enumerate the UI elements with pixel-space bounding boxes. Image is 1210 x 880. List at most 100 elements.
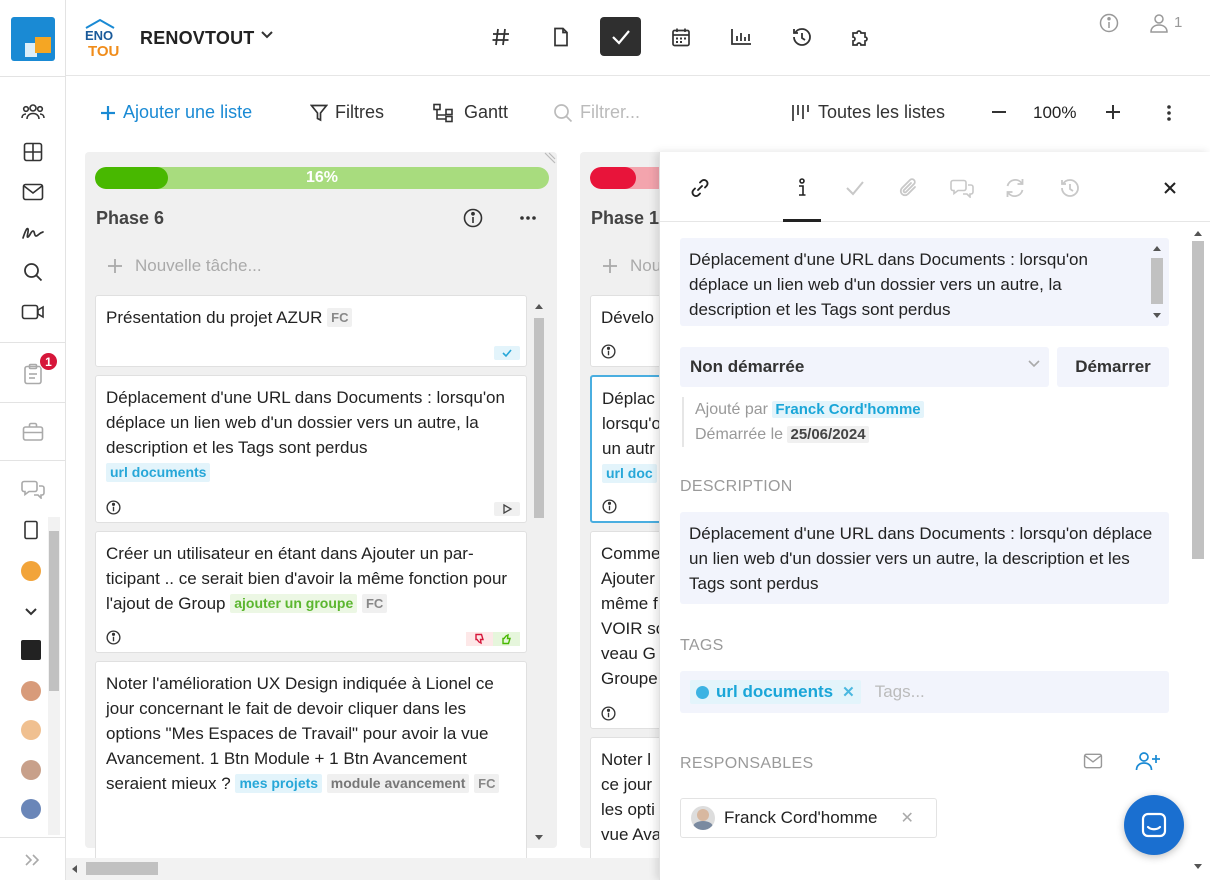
chevron-down-icon[interactable] bbox=[260, 30, 274, 40]
info-icon[interactable] bbox=[1099, 13, 1119, 33]
card-tag[interactable]: mes projets bbox=[235, 774, 323, 793]
description-text: Déplacement d'une URL dans Documents : l… bbox=[689, 524, 1153, 593]
card-tag[interactable]: url doc bbox=[602, 464, 657, 483]
tags-field[interactable]: url documents ✕ Tags... bbox=[680, 671, 1169, 713]
filter-search-input[interactable]: Filtrer... bbox=[553, 102, 640, 123]
more-options-icon[interactable] bbox=[1166, 104, 1172, 122]
board-toolbar: Ajouter une liste Filtres Gantt Filtrer.… bbox=[66, 76, 1210, 152]
sidebar-scrollbar[interactable] bbox=[48, 517, 60, 835]
filters-button[interactable]: Filtres bbox=[310, 102, 384, 123]
chat-icon[interactable] bbox=[21, 477, 45, 501]
sidebar-divider bbox=[0, 837, 66, 838]
video-icon[interactable] bbox=[21, 300, 45, 324]
team-icon[interactable] bbox=[21, 100, 45, 124]
task-card[interactable]: Créer un utilisateur en étant dans Ajout… bbox=[95, 531, 527, 653]
check-icon[interactable] bbox=[600, 17, 641, 56]
task-meta: Ajouté par Franck Cord'homme Démarrée le… bbox=[682, 397, 924, 447]
info-icon[interactable] bbox=[463, 208, 483, 228]
minus-icon bbox=[992, 111, 1006, 113]
thumbs-up-icon[interactable] bbox=[493, 632, 520, 646]
remove-tag-icon[interactable]: ✕ bbox=[842, 683, 855, 701]
history-icon[interactable] bbox=[780, 17, 821, 56]
hash-icon[interactable] bbox=[480, 17, 521, 56]
signature-icon[interactable] bbox=[21, 220, 45, 244]
mail-icon[interactable] bbox=[21, 180, 45, 204]
vote-badges bbox=[466, 632, 520, 646]
puzzle-icon[interactable] bbox=[840, 17, 881, 56]
project-logo[interactable]: ENO TOU bbox=[84, 18, 126, 58]
zoom-out-button[interactable] bbox=[991, 104, 1007, 120]
comments-icon[interactable] bbox=[948, 174, 976, 202]
avatar[interactable] bbox=[21, 720, 41, 740]
description-box[interactable]: Déplacement d'une URL dans Documents : l… bbox=[680, 512, 1169, 604]
play-icon[interactable] bbox=[494, 502, 520, 516]
chat-support-button[interactable] bbox=[1124, 795, 1184, 855]
resize-handle-icon[interactable] bbox=[542, 152, 556, 166]
task-card[interactable]: Noter l'amélioration UX Design indiquée … bbox=[95, 661, 527, 861]
info-icon[interactable] bbox=[601, 344, 616, 359]
start-button[interactable]: Démarrer bbox=[1057, 347, 1169, 387]
list-title[interactable]: Phase 6 bbox=[96, 208, 164, 229]
app-logo[interactable] bbox=[11, 17, 55, 61]
user-icon[interactable] bbox=[1149, 13, 1169, 33]
textarea-scrollbar[interactable] bbox=[1148, 240, 1166, 326]
add-list-button[interactable]: Ajouter une liste bbox=[100, 102, 252, 123]
info-tab-icon[interactable] bbox=[788, 174, 816, 202]
started-label: Démarrée le bbox=[695, 426, 784, 443]
card-tag[interactable]: module avancement bbox=[326, 774, 470, 793]
task-card[interactable]: Présentation du projet AZUR FC bbox=[95, 295, 527, 367]
briefcase-icon[interactable] bbox=[21, 420, 45, 444]
status-select[interactable]: Non démarrée bbox=[680, 347, 1049, 387]
history-tab-icon[interactable] bbox=[1055, 174, 1083, 202]
chevron-down-icon[interactable] bbox=[19, 600, 43, 624]
columns-icon bbox=[792, 104, 809, 121]
board-horizontal-scrollbar[interactable] bbox=[66, 858, 660, 880]
link-icon[interactable] bbox=[686, 174, 714, 202]
remove-responsable-icon[interactable]: ✕ bbox=[900, 808, 913, 828]
task-title-textarea[interactable]: Déplacement d'une URL dans Documents : l… bbox=[680, 238, 1169, 326]
task-detail-panel: Déplacement d'une URL dans Documents : l… bbox=[659, 152, 1210, 880]
card-tag[interactable]: url documents bbox=[106, 463, 211, 482]
info-icon[interactable] bbox=[602, 499, 617, 514]
info-icon[interactable] bbox=[106, 630, 121, 645]
thumbs-down-icon[interactable] bbox=[466, 632, 493, 646]
add-user-icon[interactable] bbox=[1135, 751, 1161, 771]
avatar[interactable] bbox=[21, 640, 41, 660]
expand-sidebar-icon[interactable] bbox=[20, 848, 44, 872]
all-lists-button[interactable]: Toutes les listes bbox=[791, 102, 945, 123]
responsable-chip[interactable]: Franck Cord'homme ✕ bbox=[680, 798, 937, 838]
attachment-icon[interactable] bbox=[895, 174, 923, 202]
grid-icon[interactable] bbox=[21, 140, 45, 164]
avatar[interactable] bbox=[21, 681, 41, 701]
recurrence-icon[interactable] bbox=[1001, 174, 1029, 202]
zoom-in-button[interactable] bbox=[1105, 104, 1121, 120]
list-scrollbar[interactable] bbox=[532, 300, 546, 844]
panel-scrollbar[interactable] bbox=[1190, 227, 1206, 877]
document-small-icon[interactable] bbox=[19, 518, 43, 542]
task-title-text: Déplacement d'une URL dans Documents : l… bbox=[689, 250, 1088, 319]
more-horizontal-icon[interactable] bbox=[519, 208, 537, 228]
document-icon[interactable] bbox=[540, 17, 581, 56]
calendar-icon[interactable] bbox=[660, 17, 701, 56]
search-icon[interactable] bbox=[21, 260, 45, 284]
initials-badge: FC bbox=[327, 308, 353, 327]
tag-chip[interactable]: url documents ✕ bbox=[690, 680, 861, 704]
added-by-user[interactable]: Franck Cord'homme bbox=[772, 401, 924, 418]
list-title[interactable]: Phase 1 bbox=[591, 208, 659, 229]
new-task-input[interactable]: Nou bbox=[602, 256, 661, 276]
info-icon[interactable] bbox=[106, 500, 121, 515]
chart-icon[interactable] bbox=[720, 17, 761, 56]
check-tab-icon[interactable] bbox=[841, 174, 869, 202]
mail-icon[interactable] bbox=[1083, 753, 1103, 769]
avatar[interactable] bbox=[21, 760, 41, 780]
task-card[interactable]: Déplacement d'une URL dans Documents : l… bbox=[95, 375, 527, 523]
avatar[interactable] bbox=[21, 561, 41, 581]
gantt-button[interactable]: Gantt bbox=[433, 102, 508, 123]
new-task-input[interactable]: Nouvelle tâche... bbox=[107, 256, 262, 276]
project-name[interactable]: RENOVTOUT bbox=[140, 28, 254, 49]
avatar[interactable] bbox=[21, 799, 41, 819]
card-tag[interactable]: ajouter un groupe bbox=[230, 594, 358, 613]
initials-badge: FC bbox=[474, 774, 500, 793]
info-icon[interactable] bbox=[601, 706, 616, 721]
close-icon[interactable] bbox=[1156, 174, 1184, 202]
